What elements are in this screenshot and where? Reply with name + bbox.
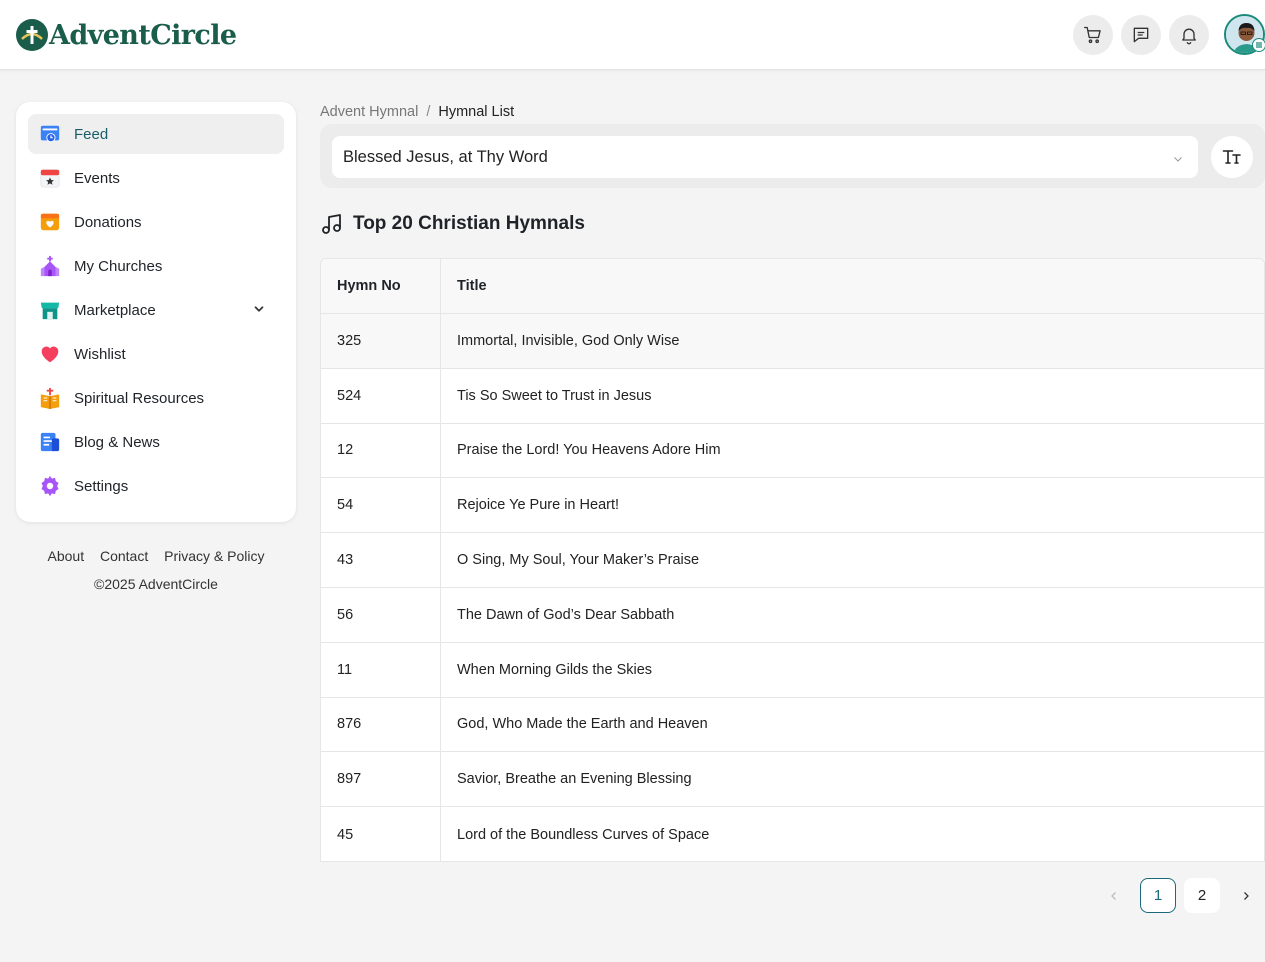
font-size-button[interactable] [1211,136,1253,178]
table-row[interactable]: 54 Rejoice Ye Pure in Heart! [321,478,1264,534]
breadcrumb-separator: / [426,104,431,120]
table-row[interactable]: 12 Praise the Lord! You Heavens Adore Hi… [321,423,1264,479]
gear-icon [38,474,62,498]
sidebar-item-label: Blog & News [74,433,160,451]
hymn-title: Rejoice Ye Pure in Heart! [457,497,620,514]
menu-badge-icon[interactable] [1252,38,1265,52]
feed-icon [38,122,62,146]
sidebar-item-blog-news[interactable]: Blog & News [28,422,284,462]
sidebar-item-label: Settings [74,477,129,495]
sidebar-item-events[interactable]: Events [28,158,284,198]
chevron-left-icon [1111,892,1116,900]
table-row[interactable]: 11 When Morning Gilds the Skies [321,642,1264,698]
sidebar-item-label: Donations [74,213,142,231]
hymn-number: 325 [321,314,441,368]
hymn-number: 54 [321,478,441,533]
hymn-title: The Dawn of God’s Dear Sabbath [457,606,675,623]
sidebar-item-label: My Churches [74,257,163,275]
hymn-select-value: Blessed Jesus, at Thy Word [343,147,548,166]
hymn-number: 45 [321,807,441,861]
pagination-page-1[interactable]: 1 [1140,878,1176,913]
brand-name: AdventCircle [49,19,237,51]
section-heading: Top 20 Christian Hymnals [320,212,585,236]
footer-links: About Contact Privacy & Policy [16,548,296,564]
news-icon [38,430,62,454]
hymn-number: 876 [321,697,441,752]
column-header-hymn-no[interactable]: Hymn No [321,259,441,313]
chevron-down-icon[interactable] [252,302,266,321]
heart-icon [38,342,62,366]
sidebar-item-feed[interactable]: Feed [28,114,284,154]
hymn-number: 11 [321,642,441,697]
hymn-number: 897 [321,752,441,807]
sidebar-item-label: Feed [74,125,109,143]
sidebar-item-label: Marketplace [74,301,156,319]
hymnal-table: Hymn No Title 325 Immortal, Invisible, G… [320,258,1265,862]
hymn-title: Savior, Breathe an Evening Blessing [457,771,692,788]
hymn-number: 43 [321,533,441,587]
pagination-next-button[interactable] [1234,884,1258,908]
sidebar-item-label: Events [74,169,120,187]
pagination-page-2[interactable]: 2 [1184,878,1220,913]
about-link[interactable]: About [48,548,85,564]
copyright-text: ©2025 AdventCircle [94,576,218,592]
contact-link[interactable]: Contact [100,548,148,564]
chevron-down-icon [1172,151,1184,170]
music-note-icon [322,214,341,234]
sidebar-item-my-churches[interactable]: My Churches [28,246,284,286]
section-title: Top 20 Christian Hymnals [353,213,585,234]
table-row[interactable]: 876 God, Who Made the Earth and Heaven [321,697,1264,753]
hymn-title: Lord of the Boundless Curves of Space [457,826,710,843]
sidebar-item-spiritual-resources[interactable]: Spiritual Resources [28,378,284,418]
bell-icon [1182,28,1196,45]
hymn-title: Praise the Lord! You Heavens Adore Him [457,442,721,459]
sidebar-nav: Feed Events Donations My Churches Market… [16,102,296,522]
donation-box-icon [38,210,62,234]
privacy-policy-link[interactable]: Privacy & Policy [164,548,264,564]
hymn-select[interactable]: Blessed Jesus, at Thy Word [332,136,1198,178]
breadcrumb-parent[interactable]: Advent Hymnal [320,104,418,120]
church-icon [38,254,62,278]
notifications-button[interactable] [1169,15,1209,55]
column-header-title[interactable]: Title [441,259,1264,313]
text-size-icon [1222,150,1241,164]
table-row[interactable]: 56 The Dawn of God’s Dear Sabbath [321,587,1264,643]
message-icon [1133,27,1149,43]
hymn-title: Tis So Sweet to Trust in Jesus [457,387,652,404]
hymn-number: 56 [321,587,441,642]
calendar-icon [38,166,62,190]
sidebar-item-label: Spiritual Resources [74,389,205,407]
hymn-title: O Sing, My Soul, Your Maker’s Praise [457,552,700,569]
hymn-number: 12 [321,423,441,478]
bible-icon [38,386,62,410]
messages-button[interactable] [1121,15,1161,55]
top-header: AdventCircle [0,0,1265,70]
sidebar-item-wishlist[interactable]: Wishlist [28,334,284,374]
pagination-prev-button[interactable] [1102,884,1126,908]
logo-emblem-icon [16,19,48,51]
cart-icon [1084,26,1101,44]
brand-logo[interactable]: AdventCircle [16,18,237,52]
table-header: Hymn No Title [321,259,1264,314]
store-icon [38,298,62,322]
hymn-title: Immortal, Invisible, God Only Wise [457,332,680,349]
sidebar-item-settings[interactable]: Settings [28,466,284,506]
table-row[interactable]: 325 Immortal, Invisible, God Only Wise [321,314,1264,369]
hymn-title: God, Who Made the Earth and Heaven [457,716,708,733]
hymn-number: 524 [321,368,441,423]
table-row[interactable]: 43 O Sing, My Soul, Your Maker’s Praise [321,533,1264,588]
table-row[interactable]: 45 Lord of the Boundless Curves of Space [321,807,1264,861]
cart-button[interactable] [1073,15,1113,55]
sidebar-item-donations[interactable]: Donations [28,202,284,242]
table-row[interactable]: 897 Savior, Breathe an Evening Blessing [321,752,1264,808]
chevron-right-icon [1244,892,1249,900]
sidebar-item-label: Wishlist [74,345,126,363]
hymn-title: When Morning Gilds the Skies [457,661,653,678]
breadcrumb-current: Hymnal List [438,104,515,120]
breadcrumb: Advent Hymnal / Hymnal List [320,104,514,120]
table-row[interactable]: 524 Tis So Sweet to Trust in Jesus [321,368,1264,424]
sidebar-item-marketplace[interactable]: Marketplace [28,290,284,330]
